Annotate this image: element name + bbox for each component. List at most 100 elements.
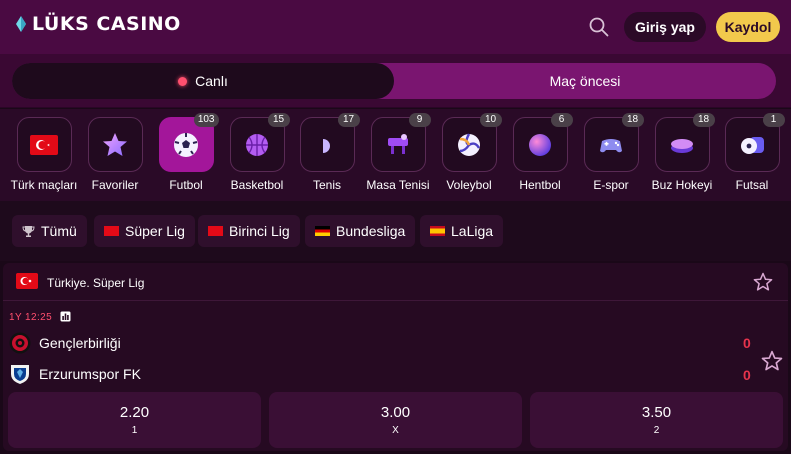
odd-value: 3.50 (641, 404, 672, 421)
team-crest-icon (9, 332, 31, 354)
sport-item-favoriler[interactable]: Favoriler (79, 117, 151, 192)
sport-label: Türk maçları (10, 178, 78, 192)
sport-item-turk-maclari[interactable]: Türk maçları (8, 117, 80, 192)
league-chip-label: Tümü (41, 223, 77, 239)
sport-tile: 6 (512, 113, 573, 172)
star-icon[interactable] (761, 350, 783, 372)
turkey-flag-icon (16, 273, 38, 289)
tab-live-label: Canlı (195, 73, 228, 89)
sport-item-futsal[interactable]: 1 Futsal (716, 113, 788, 192)
star-icon[interactable] (753, 272, 773, 292)
odd-label: 2 (653, 425, 660, 436)
sport-label: E-spor (593, 178, 629, 192)
gem-icon (16, 16, 26, 32)
sport-item-hentbol[interactable]: 6 Hentbol (504, 113, 576, 192)
sport-item-basketbol[interactable]: 15 Basketbol (221, 113, 293, 192)
odd-button-home[interactable]: 2.20 1 (8, 392, 261, 448)
sport-tile: 9 (370, 113, 431, 172)
home-team: Gençlerbirliği (9, 332, 121, 354)
sport-label: Basketbol (230, 178, 284, 192)
sport-item-masa-tenisi[interactable]: 9 Masa Tenisi (362, 113, 434, 192)
sport-label: Futbol (169, 178, 203, 192)
odd-button-away[interactable]: 3.50 2 (530, 392, 783, 448)
handball-icon (529, 133, 551, 156)
league-chip-super-lig[interactable]: Süper Lig (94, 215, 195, 247)
sport-label: Favoriler (91, 178, 139, 192)
hockey-puck-icon (671, 138, 693, 153)
sport-count-badge: 17 (337, 113, 360, 127)
sport-tile (16, 117, 72, 172)
star-icon (103, 132, 127, 156)
league-chip-bundesliga[interactable]: Bundesliga (305, 215, 416, 247)
odd-value: 3.00 (380, 404, 411, 421)
match-card: Türkiye. Süper Lig 1Y 12:25 Gençlerbirli… (3, 263, 788, 451)
mode-tabs: Canlı Maç öncesi (12, 63, 776, 99)
gamepad-icon (600, 138, 622, 152)
sport-label: Futsal (735, 178, 769, 192)
search-icon[interactable] (588, 16, 610, 38)
league-filter-bar: Tümü Süper Lig Birinci Lig Bundesliga La… (0, 201, 791, 261)
sport-item-buz-hokeyi[interactable]: 18 Buz Hokeyi (646, 113, 718, 192)
sport-item-e-spor[interactable]: 18 E-spor (575, 113, 647, 192)
register-button[interactable]: Kaydol (716, 12, 780, 42)
trophy-icon (22, 225, 35, 237)
sport-label: Tenis (312, 178, 341, 192)
stats-icon[interactable] (60, 311, 71, 322)
turkey-flag-icon (208, 226, 223, 236)
table-tennis-icon (388, 133, 408, 154)
sport-item-futbol[interactable]: 103 Futbol (150, 113, 222, 192)
sports-row: Türk maçları Favoriler 103 Futbol 15 Bas… (0, 109, 791, 201)
sport-count-badge: 15 (267, 113, 290, 127)
mode-tabbar: Canlı Maç öncesi (0, 54, 791, 108)
sport-tile (87, 117, 143, 172)
away-team: Erzurumspor FK (9, 363, 141, 385)
live-dot-icon (178, 76, 188, 86)
sport-label: Hentbol (519, 178, 561, 192)
germany-flag-icon (315, 226, 330, 236)
league-name: Türkiye. Süper Lig (47, 276, 145, 290)
league-chip-label: Bundesliga (336, 223, 406, 239)
league-chip-label: LaLiga (451, 223, 494, 239)
team-crest-icon (11, 365, 29, 384)
sport-count-badge: 6 (550, 113, 573, 127)
tab-prematch[interactable]: Maç öncesi (394, 63, 776, 99)
odd-button-draw[interactable]: 3.00 X (269, 392, 522, 448)
sport-tile: 10 (441, 113, 502, 172)
sport-count-badge: 10 (479, 113, 502, 127)
sport-count-badge: 103 (193, 113, 219, 127)
sport-item-voleybol[interactable]: 10 Voleybol (433, 113, 505, 192)
sport-count-badge: 18 (692, 113, 715, 127)
login-button[interactable]: Giriş yap (624, 12, 706, 42)
sport-tile: 18 (654, 113, 715, 172)
casino-logo[interactable]: LÜKS CASINO (16, 13, 181, 35)
sport-item-tenis[interactable]: 17 Tenis (291, 113, 363, 192)
odd-label: X (392, 425, 399, 436)
sport-tile: 18 (583, 113, 644, 172)
away-score: 0 (743, 367, 751, 383)
sport-tile: 15 (229, 113, 290, 172)
tab-live[interactable]: Canlı (12, 63, 394, 99)
match-time: 1Y 12:25 (9, 312, 53, 323)
league-chip-birinci-lig[interactable]: Birinci Lig (198, 215, 300, 247)
sport-count-badge: 18 (621, 113, 644, 127)
futsal-icon (741, 136, 764, 154)
home-score: 0 (743, 335, 751, 351)
home-team-name: Gençlerbirliği (39, 335, 121, 351)
turkey-flag-icon (30, 134, 58, 155)
sport-tile: 17 (299, 113, 360, 172)
tab-prematch-label: Maç öncesi (549, 73, 621, 89)
away-team-name: Erzurumspor FK (39, 366, 141, 382)
odd-value: 2.20 (119, 404, 150, 421)
tennis-icon (323, 138, 330, 153)
sport-count-badge: 1 (762, 113, 785, 127)
volleyball-icon (458, 132, 481, 156)
sport-label: Masa Tenisi (366, 178, 430, 192)
top-header: LÜKS CASINO Giriş yap Kaydol (0, 0, 791, 54)
logo-text: LÜKS CASINO (32, 13, 181, 35)
league-chip-laliga[interactable]: LaLiga (420, 215, 504, 247)
league-chip-all[interactable]: Tümü (12, 215, 87, 247)
sport-label: Buz Hokeyi (651, 178, 713, 192)
sport-count-badge: 9 (408, 113, 431, 127)
sport-tile: 103 (158, 113, 219, 172)
sport-label: Voleybol (446, 178, 492, 192)
